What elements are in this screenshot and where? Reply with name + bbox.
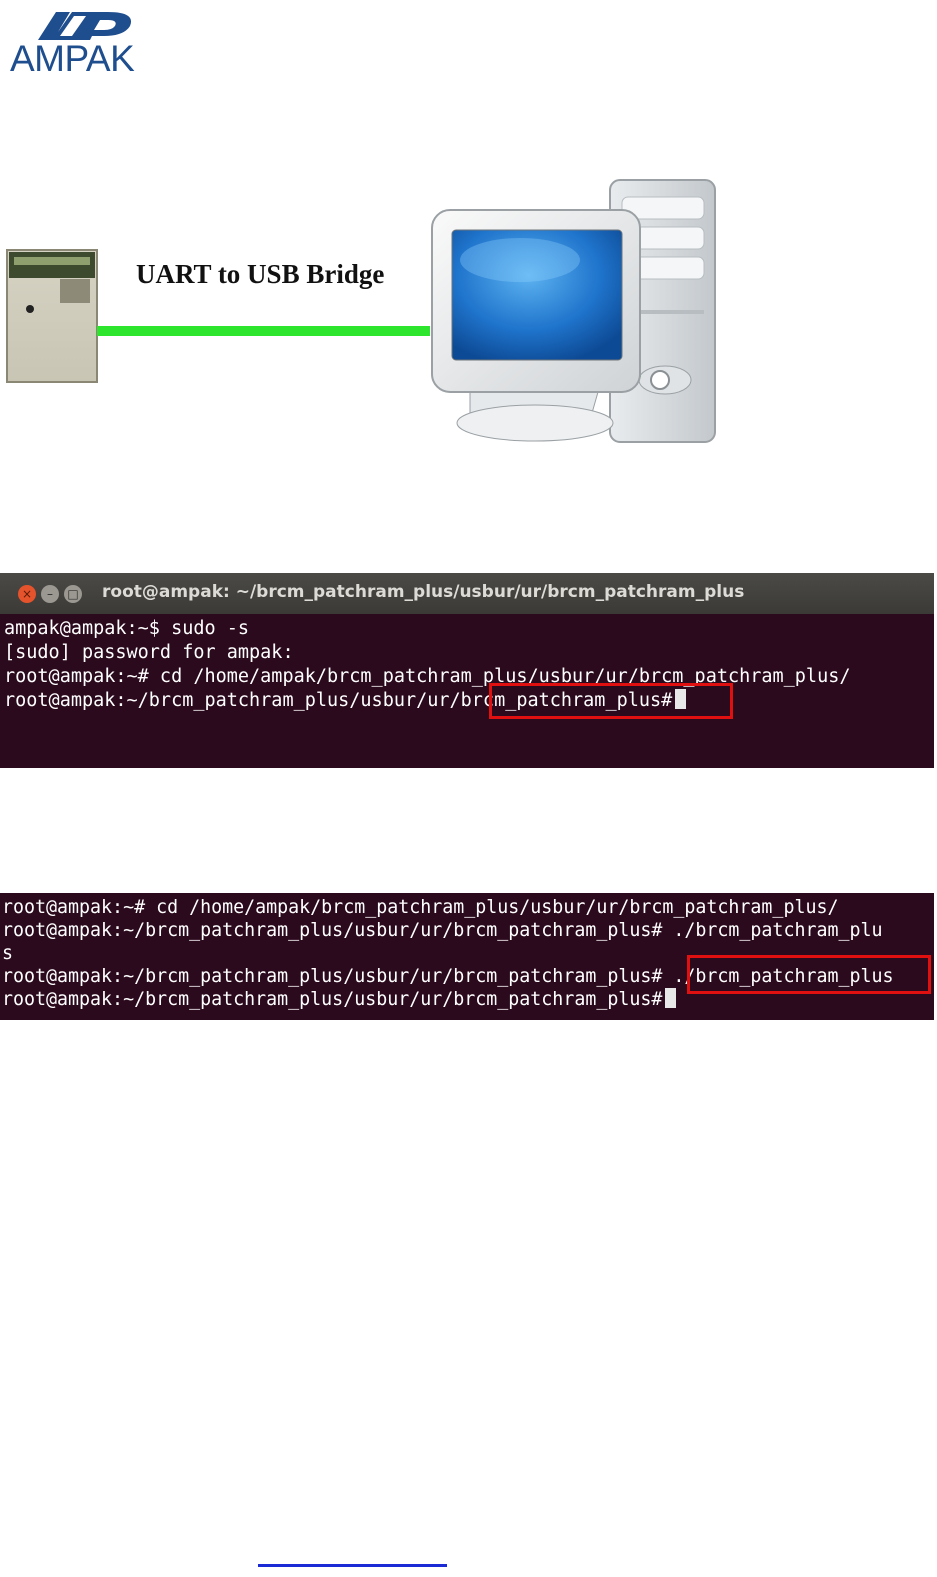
terminal-line: root@ampak:~/brcm_patchram_plus/usbur/ur… <box>2 920 883 941</box>
terminal-prompt-line[interactable]: root@ampak:~/brcm_patchram_plus/usbur/ur… <box>2 988 677 1012</box>
ampak-logo-mark <box>38 12 132 40</box>
highlight-box <box>687 955 931 994</box>
pc-monitor-image <box>431 209 641 442</box>
text-cursor <box>665 988 677 1008</box>
bridge-line <box>97 326 430 336</box>
terminal-line: [sudo] password for ampak: <box>4 642 294 663</box>
terminal-window-2: root@ampak:~# cd /home/ampak/brcm_patchr… <box>0 893 934 1020</box>
ampak-wordmark: AMPAK <box>10 38 135 79</box>
highlight-box <box>489 683 733 719</box>
minimize-icon[interactable]: – <box>41 585 59 603</box>
diagram-graphics <box>6 179 716 443</box>
ampak-logo: AMPAK <box>8 8 158 78</box>
bridge-label: UART to USB Bridge <box>136 259 385 289</box>
terminal-line: root@ampak:~# cd /home/ampak/brcm_patchr… <box>2 897 839 918</box>
prompt-text: root@ampak:~/brcm_patchram_plus/usbur/ur… <box>2 989 663 1010</box>
close-icon[interactable]: × <box>18 585 36 603</box>
terminal-window-1: × – □ root@ampak: ~/brcm_patchram_plus/u… <box>0 573 934 768</box>
maximize-icon[interactable]: □ <box>64 585 82 603</box>
link-underline[interactable] <box>258 1564 447 1567</box>
wifi-module-image <box>6 249 98 383</box>
terminal-line: ampak@ampak:~$ sudo -s <box>4 618 250 639</box>
terminal-line: s <box>2 943 14 964</box>
terminal-titlebar[interactable]: × – □ root@ampak: ~/brcm_patchram_plus/u… <box>0 573 934 614</box>
terminal-title: root@ampak: ~/brcm_patchram_plus/usbur/u… <box>102 582 745 602</box>
connection-diagram: UART to USB Bridge <box>0 175 730 450</box>
